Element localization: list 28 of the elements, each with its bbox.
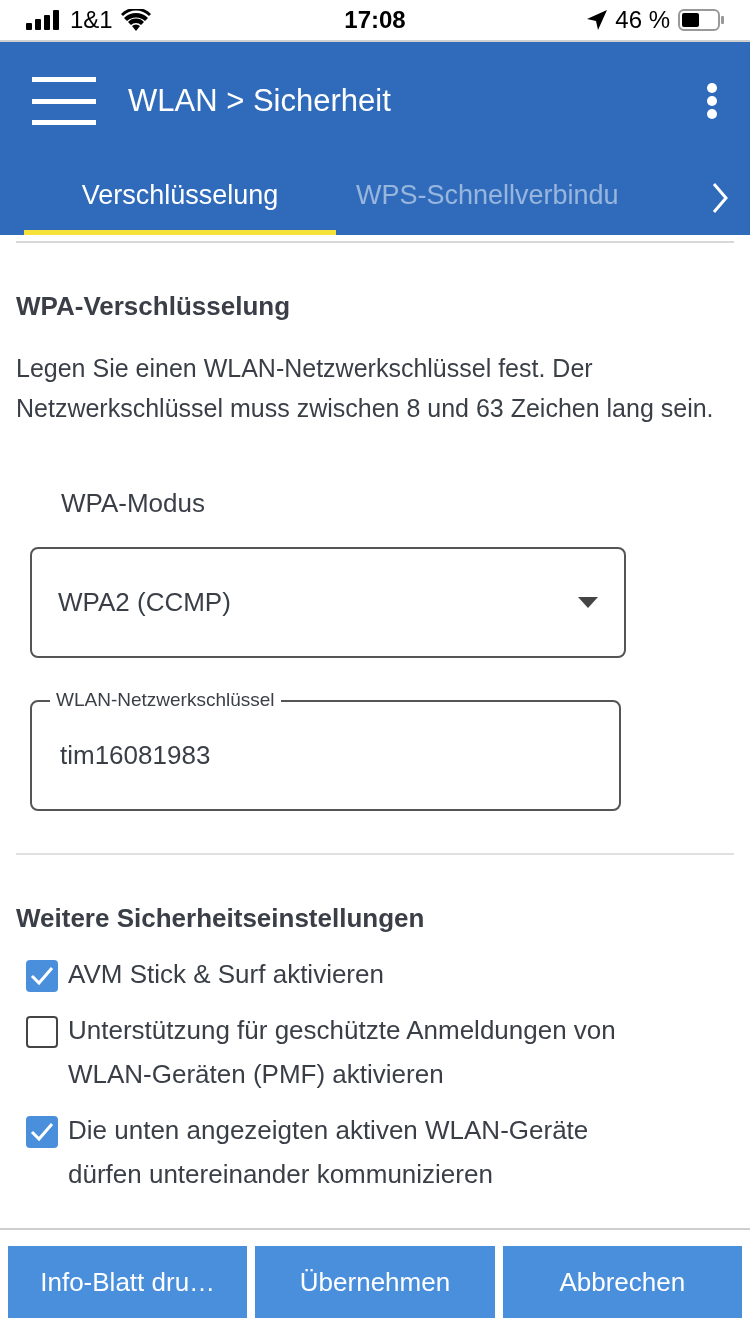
- section-heading: Weitere Sicherheitseinstellungen: [16, 902, 426, 935]
- battery-icon: [678, 9, 724, 31]
- more-options-button[interactable]: [706, 83, 718, 119]
- description-text: Legen Sie einen WLAN-Netzwerkschlüssel fest. Der Netzwerkschlüssel muss zwischen 8 und 63 Zeichen lang sein.: [16, 353, 715, 424]
- field-label: WPA-Modus: [61, 487, 206, 520]
- checkbox-label: Die unten angezeigten aktiven WLAN-Geräte dürfen untereinander kommunizieren: [68, 1114, 590, 1191]
- location-arrow-icon: [587, 10, 608, 30]
- footer-button[interactable]: Übernehmen: [255, 1246, 495, 1318]
- page-title: WLAN > Sicherheit: [128, 81, 392, 120]
- checkbox[interactable]: [26, 1016, 58, 1048]
- chevron-right-icon: [712, 181, 728, 214]
- checkbox-label: Unterstützung für geschützte Anmeldungen von WLAN-Geräten (PMF) aktivieren: [68, 1014, 617, 1091]
- signal-icon: [26, 10, 62, 30]
- mode-dropdown[interactable]: WPA2 (CCMP): [30, 547, 626, 658]
- section-heading: WPA-Verschlüsselung: [16, 290, 292, 323]
- clock-time: 17:08: [344, 5, 406, 35]
- checkbox[interactable]: [26, 1116, 58, 1148]
- dropdown-caret-icon: [578, 597, 598, 608]
- wifi-icon: [120, 9, 151, 31]
- checkbox-label: AVM Stick & Surf aktivieren: [68, 958, 385, 991]
- tab[interactable]: Verschlüsselung: [24, 160, 336, 235]
- footer-button[interactable]: Abbrechen: [502, 1246, 742, 1318]
- checkbox[interactable]: [26, 960, 58, 992]
- tab[interactable]: WPS-Schnellverbindu: [356, 160, 676, 235]
- carrier-name: 1&1: [70, 5, 113, 35]
- footer-button[interactable]: Info-Blatt dru…: [8, 1246, 248, 1318]
- menu-button[interactable]: [32, 77, 96, 125]
- battery-percent: 46 %: [615, 5, 670, 35]
